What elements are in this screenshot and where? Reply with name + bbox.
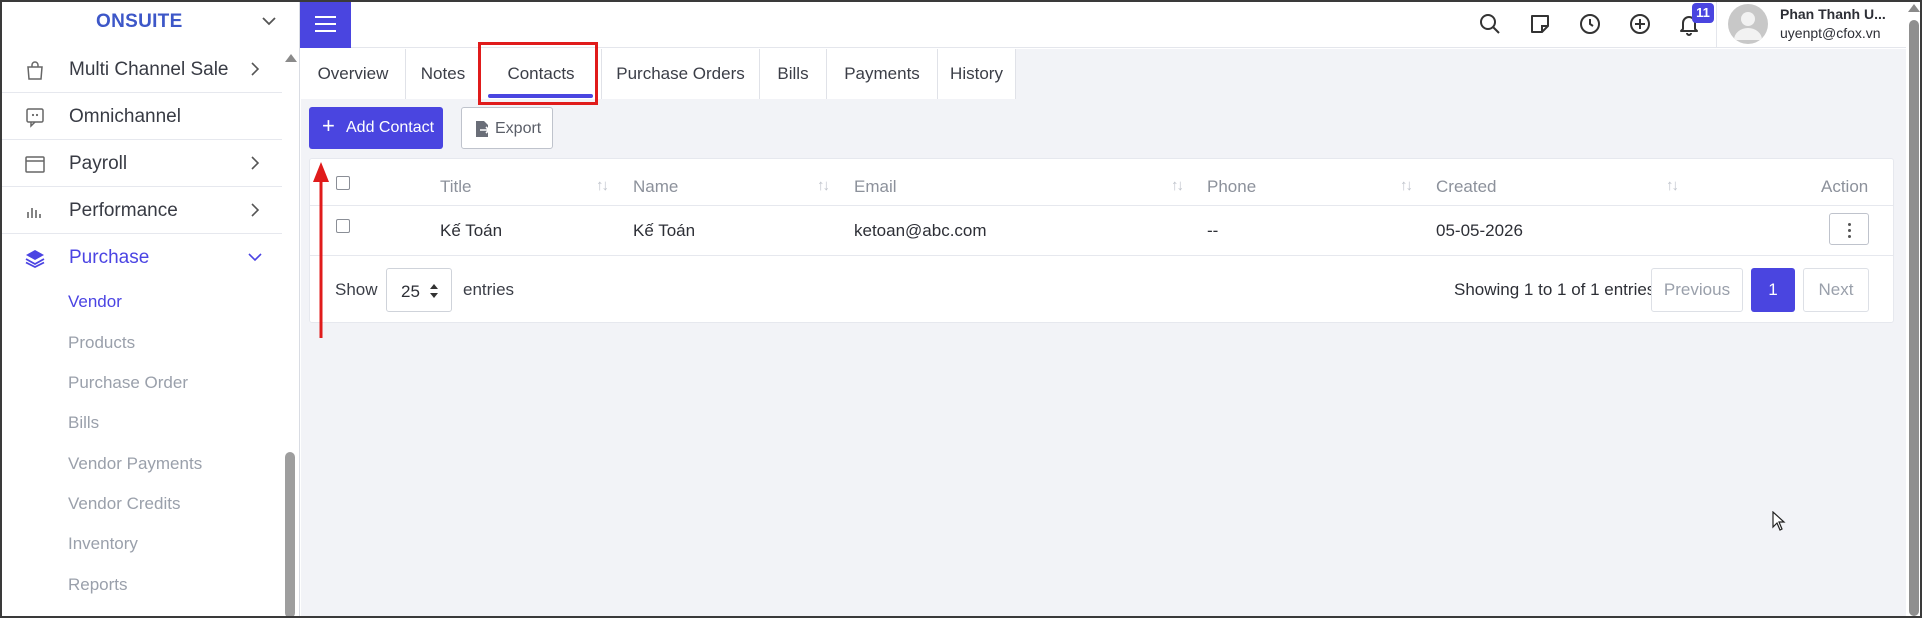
divider [1716, 0, 1717, 48]
sidebar-item-label: Performance [69, 200, 178, 221]
chevron-down-icon[interactable] [258, 10, 280, 32]
avatar[interactable] [1728, 4, 1768, 44]
page-scrollbar[interactable] [1906, 0, 1922, 618]
sidebar-subitem-reports[interactable]: Reports [68, 575, 128, 595]
cell-phone: -- [1207, 221, 1219, 240]
sidebar-subitem-inventory[interactable]: Inventory [68, 534, 138, 554]
sidebar-item-label: Multi Channel Sale [69, 59, 229, 80]
previous-page-button[interactable]: Previous [1651, 268, 1743, 312]
tab-overview[interactable]: Overview [301, 49, 406, 99]
sidebar-item-purchase[interactable]: Purchase [0, 234, 282, 281]
hamburger-icon [315, 16, 336, 18]
sidebar-item-payroll[interactable]: Payroll [0, 140, 282, 187]
mouse-cursor-icon [1772, 511, 1786, 531]
sidebar-item-omnichannel[interactable]: Omnichannel [0, 93, 282, 140]
sidebar-subitem-vendor-credits[interactable]: Vendor Credits [68, 494, 180, 514]
tab-payments[interactable]: Payments [827, 49, 938, 99]
user-email: uyenpt@cfox.vn [1780, 25, 1881, 41]
divider [310, 255, 1893, 256]
chevron-right-icon [251, 156, 260, 170]
tab-notes[interactable]: Notes [406, 49, 481, 99]
sort-icon[interactable]: ↑↓ [1666, 177, 1679, 194]
column-header-email[interactable]: Email [854, 177, 897, 197]
sidebar-subitem-vendor-payments[interactable]: Vendor Payments [68, 454, 202, 474]
brand-header[interactable]: ONSUITE [0, 0, 299, 46]
search-icon[interactable] [1478, 12, 1502, 36]
sort-icon[interactable]: ↑↓ [596, 177, 609, 194]
sidebar-subitem-products[interactable]: Products [68, 333, 135, 353]
chat-bubble-icon [26, 108, 44, 128]
annotation-highlight-box [478, 42, 598, 105]
select-all-checkbox[interactable] [336, 176, 350, 190]
pagination-summary: Showing 1 to 1 of 1 entries [1454, 280, 1656, 299]
user-name[interactable]: Phan Thanh U... [1780, 6, 1886, 22]
sidebar-subitem-vendor[interactable]: Vendor [68, 292, 122, 312]
layers-icon [25, 250, 45, 269]
sidebar-item-performance[interactable]: Performance [0, 187, 282, 234]
sidebar-item-label: Purchase [69, 247, 150, 268]
sidebar-scrollbar[interactable] [285, 452, 295, 618]
export-file-icon [476, 121, 490, 137]
cell-email: ketoan@abc.com [854, 221, 987, 240]
add-contact-button[interactable]: + Add Contact [309, 107, 443, 149]
sidebar-scroll-up-arrow[interactable] [285, 54, 297, 62]
scroll-up-arrow[interactable] [1908, 4, 1920, 12]
sidebar-subitem-bills[interactable]: Bills [68, 413, 99, 433]
user-avatar-icon [1734, 12, 1762, 40]
sort-icon[interactable]: ↑↓ [817, 177, 830, 194]
column-header-title[interactable]: Title [440, 177, 472, 197]
shopping-bag-icon [27, 61, 43, 80]
sidebar-item-multi-channel-sale[interactable]: Multi Channel Sale [0, 46, 282, 93]
bar-chart-icon [27, 208, 41, 218]
contacts-table-card: Title ↑↓ Name ↑↓ Email ↑↓ Phone ↑↓ Creat… [309, 158, 1894, 323]
sidebar-item-label: Omnichannel [69, 106, 181, 127]
menu-toggle-button[interactable] [300, 0, 351, 48]
topbar: 11 Phan Thanh U... uyenpt@cfox.vn [300, 0, 1906, 48]
plus-circle-icon[interactable] [1628, 12, 1652, 36]
sort-arrows-icon [430, 284, 438, 298]
sidebar-item-label: Payroll [69, 153, 128, 174]
scrollbar-thumb[interactable] [1909, 20, 1919, 616]
chevron-down-icon [248, 253, 262, 262]
brand-name: ONSUITE [96, 11, 183, 32]
chevron-right-icon [251, 203, 260, 217]
cell-created: 05-05-2026 [1436, 221, 1523, 240]
entries-label: entries [463, 280, 515, 299]
sort-icon[interactable]: ↑↓ [1171, 177, 1184, 194]
column-header-created[interactable]: Created [1436, 177, 1496, 197]
export-button[interactable]: Export [461, 107, 553, 149]
note-icon[interactable] [1528, 12, 1552, 36]
tab-bar: Overview Notes Contacts Purchase Orders … [301, 49, 1016, 99]
notification-badge: 11 [1692, 3, 1714, 23]
row-actions-button[interactable] [1829, 213, 1869, 245]
row-checkbox[interactable] [336, 219, 350, 233]
sidebar-subitem-purchase-order[interactable]: Purchase Order [68, 373, 188, 393]
tab-purchase-orders[interactable]: Purchase Orders [602, 49, 760, 99]
window-icon [25, 156, 45, 173]
next-page-button[interactable]: Next [1803, 268, 1869, 312]
sort-icon[interactable]: ↑↓ [1400, 177, 1413, 194]
column-header-action: Action [1821, 177, 1869, 196]
sidebar: ONSUITE Multi Channel Sale Omnichannel P… [0, 0, 300, 618]
chevron-right-icon [251, 62, 260, 76]
divider [310, 205, 1893, 206]
column-header-phone[interactable]: Phone [1207, 177, 1256, 197]
clock-icon[interactable] [1578, 12, 1602, 36]
page-1-button[interactable]: 1 [1751, 268, 1795, 312]
tab-bills[interactable]: Bills [760, 49, 827, 99]
column-header-name[interactable]: Name [633, 177, 678, 197]
tab-history[interactable]: History [938, 49, 1016, 99]
show-label: Show [335, 280, 378, 299]
plus-icon: + [322, 113, 335, 138]
cell-title: Kế Toán [440, 221, 503, 240]
cell-name: Kế Toán [633, 221, 696, 240]
entries-per-page-select[interactable]: 25 [386, 268, 452, 312]
